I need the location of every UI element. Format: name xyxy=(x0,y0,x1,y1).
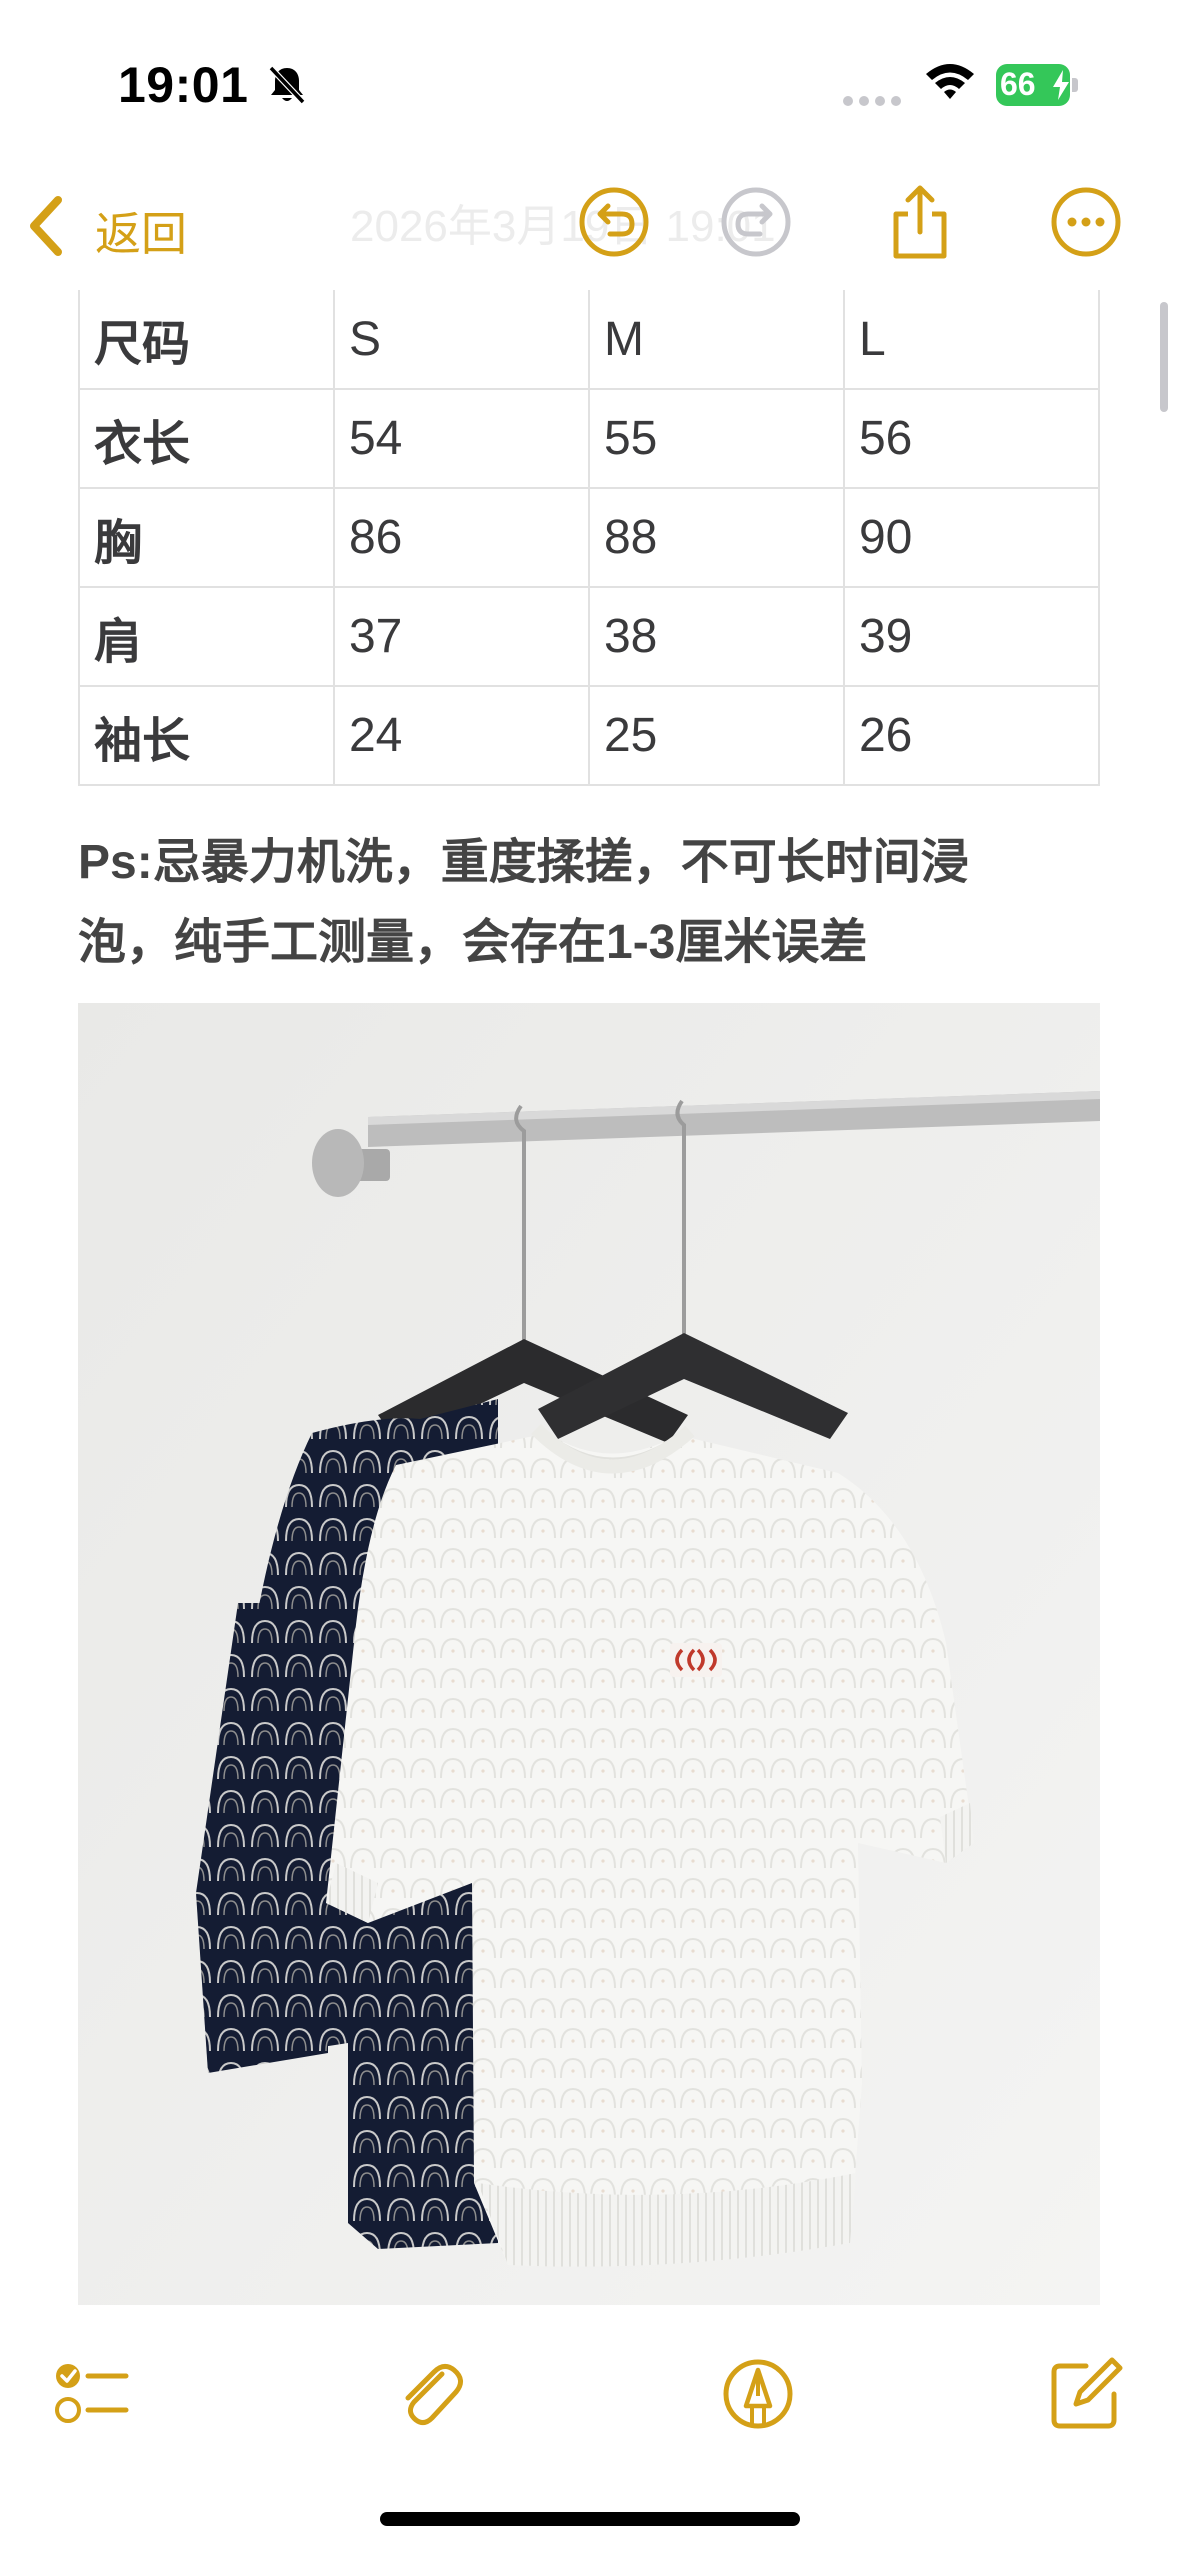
table-cell[interactable]: 24 xyxy=(332,685,590,786)
table-cell[interactable]: 90 xyxy=(842,487,1101,588)
battery-charging-icon xyxy=(1053,70,1069,100)
table-cell[interactable]: 56 xyxy=(842,388,1101,489)
table-cell[interactable]: 37 xyxy=(332,586,590,687)
table-cell[interactable]: 39 xyxy=(842,586,1101,687)
table-cell[interactable]: L xyxy=(842,290,1101,390)
wifi-icon xyxy=(926,64,974,99)
table-cell[interactable]: 86 xyxy=(332,487,590,588)
checklist-icon[interactable] xyxy=(52,2354,132,2434)
table-row: 尺码 S M L xyxy=(78,290,1101,390)
battery-indicator: 66 xyxy=(996,64,1078,106)
table-cell[interactable]: 38 xyxy=(587,586,845,687)
bottom-toolbar xyxy=(0,2330,1179,2460)
compose-icon[interactable] xyxy=(1046,2354,1126,2434)
back-button[interactable]: 返回 xyxy=(95,198,187,264)
nav-bar: 2026年3月19日 19:01 返回 xyxy=(0,170,1179,290)
status-time: 19:01 xyxy=(118,57,249,113)
undo-icon[interactable] xyxy=(576,184,652,260)
table-row: 胸 86 88 90 xyxy=(78,487,1101,588)
note-date-title: 2026年3月19日 19:01 xyxy=(350,202,776,251)
share-icon[interactable] xyxy=(882,184,958,260)
more-icon[interactable] xyxy=(1048,184,1124,260)
redo-icon xyxy=(721,187,791,257)
note-line: Ps:忌暴力机洗，重度揉搓，不可长时间浸 xyxy=(78,836,969,889)
table-cell[interactable]: 衣长 xyxy=(78,388,335,489)
table-cell[interactable]: 55 xyxy=(587,388,845,489)
scroll-indicator[interactable] xyxy=(1160,302,1168,412)
table-cell[interactable]: 25 xyxy=(587,685,845,786)
knit-tops-on-hanger-image xyxy=(78,1003,1100,2305)
product-photo[interactable] xyxy=(78,1003,1100,2305)
table-cell[interactable]: 54 xyxy=(332,388,590,489)
table-cell[interactable]: 尺码 xyxy=(78,290,335,390)
table-row: 衣长 54 55 56 xyxy=(78,388,1101,489)
markup-pen-icon[interactable] xyxy=(718,2354,798,2434)
size-table: 尺码 S M L 衣长 54 55 56 胸 86 88 90 肩 37 38 … xyxy=(78,290,1101,786)
table-cell[interactable]: S xyxy=(332,290,590,390)
table-cell[interactable]: 肩 xyxy=(78,586,335,687)
table-cell[interactable]: M xyxy=(587,290,845,390)
battery-level: 66 xyxy=(1000,66,1036,102)
status-bar: 19:01 66 xyxy=(0,0,1179,170)
bell-slash-icon xyxy=(268,65,306,105)
table-cell[interactable]: 88 xyxy=(587,487,845,588)
table-cell[interactable]: 胸 xyxy=(78,487,335,588)
cellular-signal-icon xyxy=(843,96,903,106)
back-chevron-icon[interactable] xyxy=(26,194,66,258)
table-row: 袖长 24 25 26 xyxy=(78,685,1101,786)
home-indicator[interactable] xyxy=(380,2512,800,2526)
table-row: 肩 37 38 39 xyxy=(78,586,1101,687)
paperclip-icon[interactable] xyxy=(390,2354,470,2434)
note-line: 泡，纯手工测量，会存在1-3厘米误差 xyxy=(78,916,868,969)
table-cell[interactable]: 袖长 xyxy=(78,685,335,786)
note-text[interactable]: Ps:忌暴力机洗，重度揉搓，不可长时间浸 泡，纯手工测量，会存在1-3厘米误差 xyxy=(78,823,1108,983)
table-cell[interactable]: 26 xyxy=(842,685,1101,786)
